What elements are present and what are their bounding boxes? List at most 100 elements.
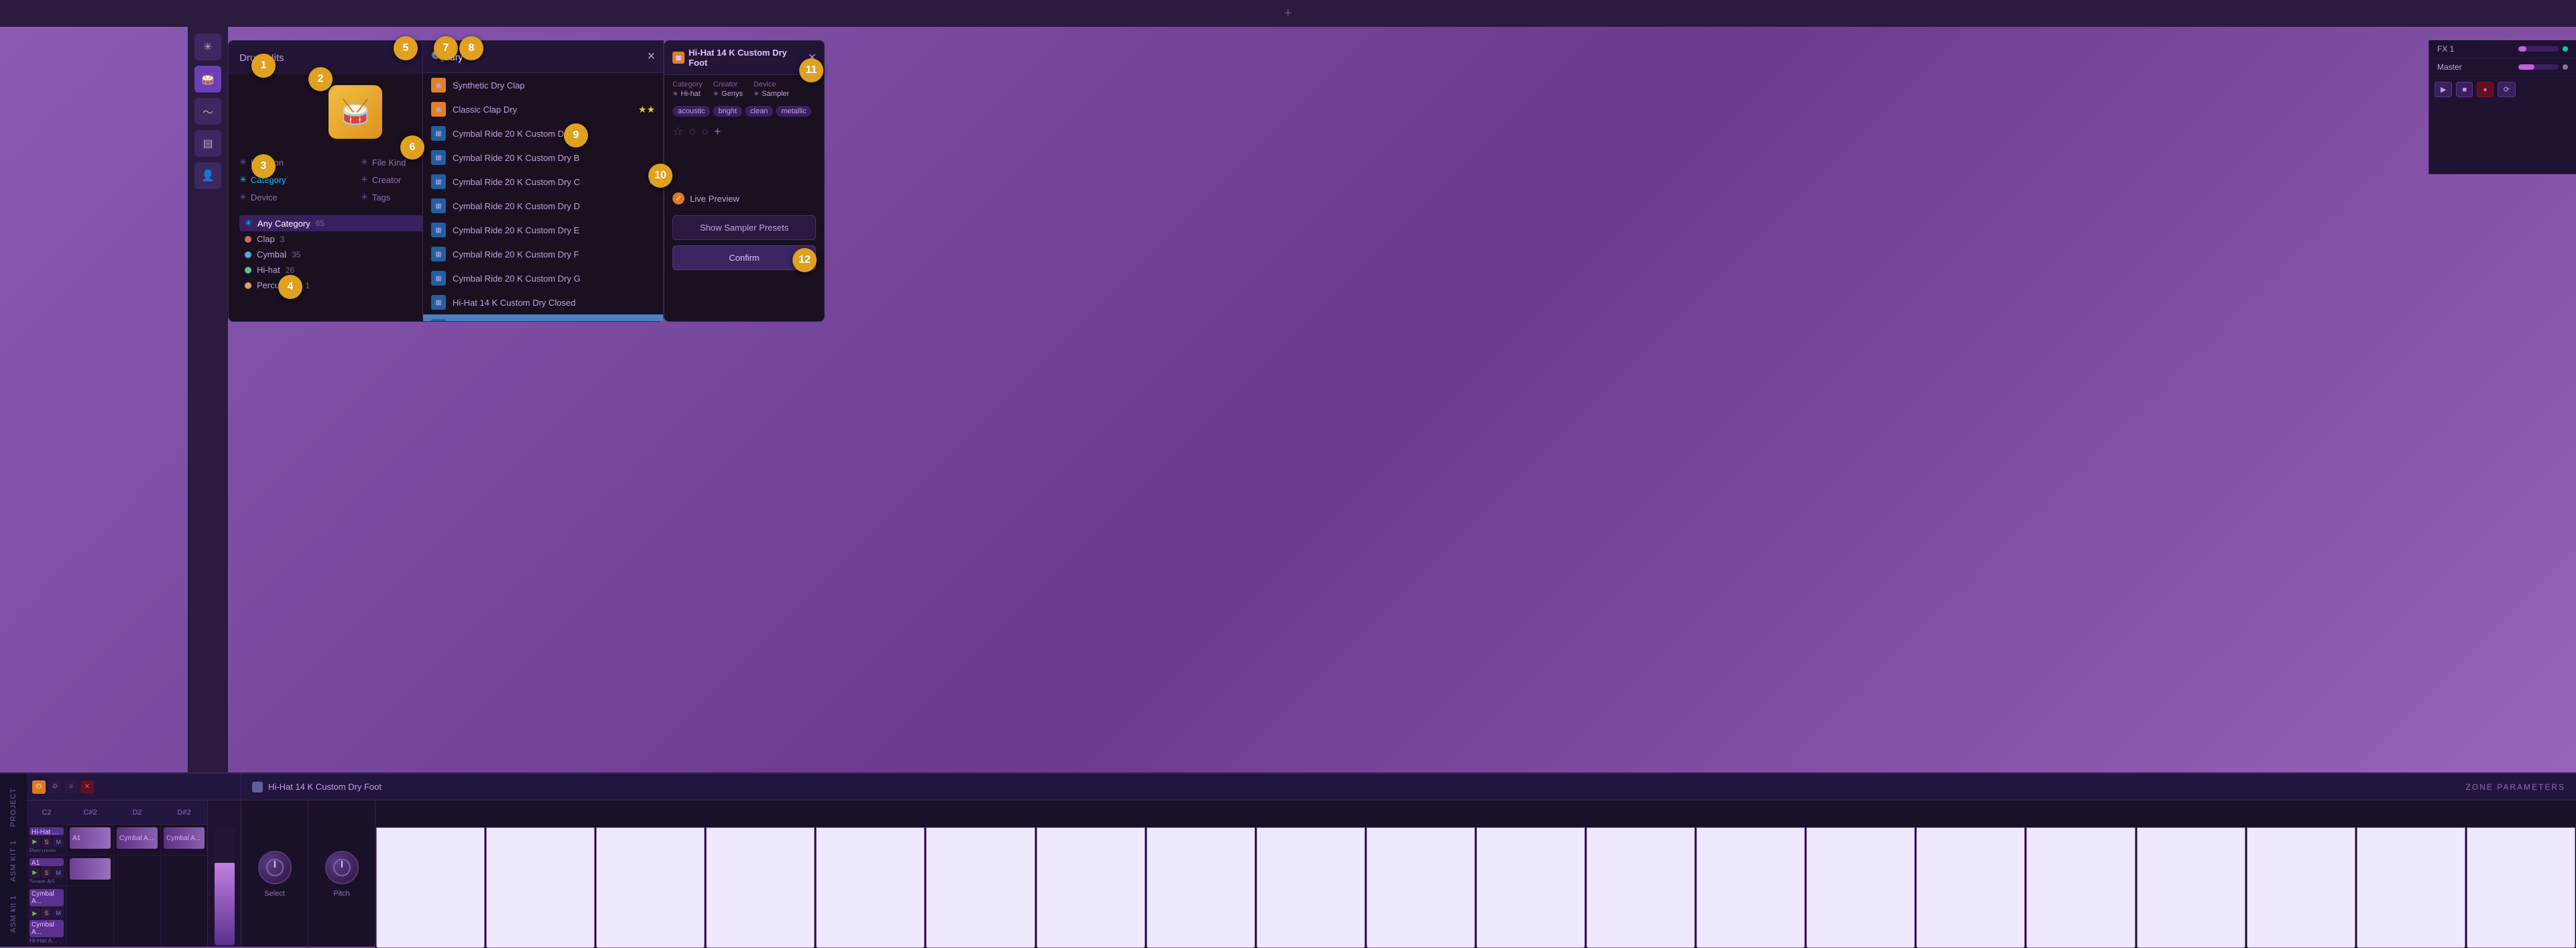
- result-cymbal-dry-d[interactable]: ▦ Cymbal Ride 20 K Custom Dry D: [423, 194, 663, 218]
- result-cymbal-dry-b[interactable]: ▦ Cymbal Ride 20 K Custom Dry B: [423, 145, 663, 170]
- result-icon: ▣: [431, 78, 446, 93]
- white-key[interactable]: [2026, 827, 2135, 948]
- fx-row-1: FX 1: [2429, 40, 2576, 58]
- white-key[interactable]: [596, 827, 705, 948]
- settings-button[interactable]: ⚙: [48, 780, 62, 794]
- sidebar-icon-drum[interactable]: 🥁: [194, 66, 221, 93]
- play-btn[interactable]: ▶: [30, 837, 40, 847]
- meta-device: Device ✳ Sampler: [754, 80, 789, 98]
- col-d2: Cymbal A...: [114, 825, 161, 947]
- track-cell-cymbal2[interactable]: Cymbal A... Hi-Hat A...: [27, 917, 66, 947]
- search-icon: 🔍: [431, 50, 445, 64]
- rating-row: ☆ ○ ○ +: [664, 119, 824, 144]
- track-cell-a1[interactable]: A1 ▶ S M Snare AS...: [27, 855, 66, 886]
- white-key[interactable]: [2247, 827, 2355, 948]
- white-key[interactable]: [2357, 827, 2465, 948]
- sidebar-icon-layers[interactable]: ▤: [194, 130, 221, 157]
- white-key[interactable]: [1256, 827, 1365, 948]
- white-key[interactable]: [1366, 827, 1475, 948]
- seq-track-grid: A1 Cymbal A... Cymbal A...: [67, 825, 207, 947]
- white-key[interactable]: [1476, 827, 1585, 948]
- search-close-button[interactable]: ×: [647, 49, 655, 64]
- asm-kit-label: ASM kit 1: [7, 890, 20, 938]
- fx-controls-stop[interactable]: ■: [2456, 82, 2473, 97]
- sidebar-icon-waveform[interactable]: 〜: [194, 98, 221, 125]
- result-cymbal-dry-c[interactable]: ▦ Cymbal Ride 20 K Custom Dry C: [423, 170, 663, 194]
- rating-circle-2[interactable]: ○: [701, 125, 709, 139]
- pitch-knob[interactable]: [325, 851, 359, 884]
- white-key[interactable]: [926, 827, 1035, 948]
- white-key[interactable]: [816, 827, 925, 948]
- cell-cs2-t1[interactable]: A1: [67, 825, 113, 855]
- tag-metallic[interactable]: metallic: [776, 106, 811, 117]
- filter-category[interactable]: ✳ Category: [239, 172, 350, 187]
- filter-location[interactable]: ✳ Location: [239, 155, 350, 170]
- white-key[interactable]: [706, 827, 815, 948]
- cell-cs2-t2[interactable]: [67, 855, 113, 886]
- tag-bright[interactable]: bright: [713, 106, 742, 117]
- power-button[interactable]: ⏻: [32, 780, 46, 794]
- show-sampler-presets-button[interactable]: Show Sampler Presets: [672, 215, 816, 240]
- s-btn-2[interactable]: S: [42, 868, 52, 878]
- white-key[interactable]: [1586, 827, 1695, 948]
- result-cymbal-dry-e[interactable]: ▦ Cymbal Ride 20 K Custom Dry E: [423, 218, 663, 242]
- filter-device[interactable]: ✳ Device: [239, 190, 350, 204]
- search-input[interactable]: [450, 52, 642, 62]
- fx-controls-record[interactable]: ●: [2477, 82, 2494, 97]
- result-hihat-foot[interactable]: ▦ Hi-Hat 14 K Custom Dry Foot ★: [423, 314, 663, 321]
- fx-controls-loop[interactable]: ⟳: [2498, 82, 2516, 97]
- white-key[interactable]: [1147, 827, 1255, 948]
- result-icon: ▦: [431, 198, 446, 213]
- white-key[interactable]: [2137, 827, 2245, 948]
- white-key[interactable]: [376, 827, 485, 948]
- rating-plus[interactable]: +: [714, 125, 721, 139]
- play-btn-3[interactable]: ▶: [30, 908, 40, 919]
- m-btn-2[interactable]: M: [53, 868, 64, 878]
- cell-ds2-t1[interactable]: Cymbal A...: [161, 825, 207, 855]
- result-name: Cymbal Ride 20 K Custom Dry F: [453, 249, 579, 259]
- confirm-button[interactable]: Confirm: [672, 245, 816, 270]
- search-bar: 🔍 ×: [423, 41, 663, 73]
- close-track-button[interactable]: ✕: [80, 780, 94, 794]
- result-icon: ▦: [431, 247, 446, 261]
- piano-keys-row: [375, 827, 2576, 948]
- white-key[interactable]: [486, 827, 595, 948]
- seq-col-headers: C#2 D2 D#2: [67, 801, 207, 825]
- fx-row-master: Master: [2429, 58, 2576, 76]
- m-btn-3[interactable]: M: [53, 908, 64, 919]
- result-stars: ★★: [638, 104, 655, 115]
- tag-acoustic[interactable]: acoustic: [672, 106, 710, 117]
- tag-clean[interactable]: clean: [745, 106, 773, 117]
- detail-close-button[interactable]: ×: [808, 50, 816, 66]
- rating-star[interactable]: ☆: [672, 125, 683, 139]
- rating-circle-1[interactable]: ○: [689, 125, 696, 139]
- result-classic-clap-dry[interactable]: ▣ Classic Clap Dry ★★: [423, 97, 663, 121]
- white-key[interactable]: [1806, 827, 1915, 948]
- sidebar-icon-asterisk[interactable]: ✳: [194, 34, 221, 60]
- result-synthetic-dry-clap[interactable]: ▣ Synthetic Dry Clap: [423, 73, 663, 97]
- cell-d2-t1[interactable]: Cymbal A...: [114, 825, 160, 855]
- piano-keyboard[interactable]: [375, 801, 2576, 948]
- track-cell-cymbal1[interactable]: Cymbal A... ▶ S M: [27, 886, 66, 917]
- track-cols-container: C2 Hi-Hat A... ▶ S M Percussio... A1: [27, 801, 241, 947]
- result-cymbal-dry-a[interactable]: ▦ Cymbal Ride 20 K Custom Dry A: [423, 121, 663, 145]
- white-key[interactable]: [1037, 827, 1145, 948]
- sidebar-icon-portrait[interactable]: 👤: [194, 162, 221, 189]
- white-key[interactable]: [1916, 827, 2025, 948]
- fx-controls-play[interactable]: ▶: [2435, 82, 2452, 97]
- result-cymbal-dry-f[interactable]: ▦ Cymbal Ride 20 K Custom Dry F: [423, 242, 663, 266]
- s-btn[interactable]: S: [42, 837, 52, 847]
- m-btn[interactable]: M: [53, 837, 64, 847]
- result-name: Synthetic Dry Clap: [453, 80, 525, 91]
- meta-creator-value: ✳ Genys: [713, 90, 743, 98]
- select-knob[interactable]: [258, 851, 292, 884]
- collapse-button[interactable]: ≡: [64, 780, 78, 794]
- track-names-col: C2 Hi-Hat A... ▶ S M Percussio... A1: [27, 801, 67, 947]
- play-btn-2[interactable]: ▶: [30, 868, 40, 878]
- white-key[interactable]: [2467, 827, 2575, 948]
- white-key[interactable]: [1696, 827, 1805, 948]
- track-cell-hihat[interactable]: Hi-Hat A... ▶ S M Percussio...: [27, 825, 66, 855]
- result-hihat-closed[interactable]: ▦ Hi-Hat 14 K Custom Dry Closed: [423, 290, 663, 314]
- result-cymbal-dry-g[interactable]: ▦ Cymbal Ride 20 K Custom Dry G: [423, 266, 663, 290]
- s-btn-3[interactable]: S: [42, 908, 52, 919]
